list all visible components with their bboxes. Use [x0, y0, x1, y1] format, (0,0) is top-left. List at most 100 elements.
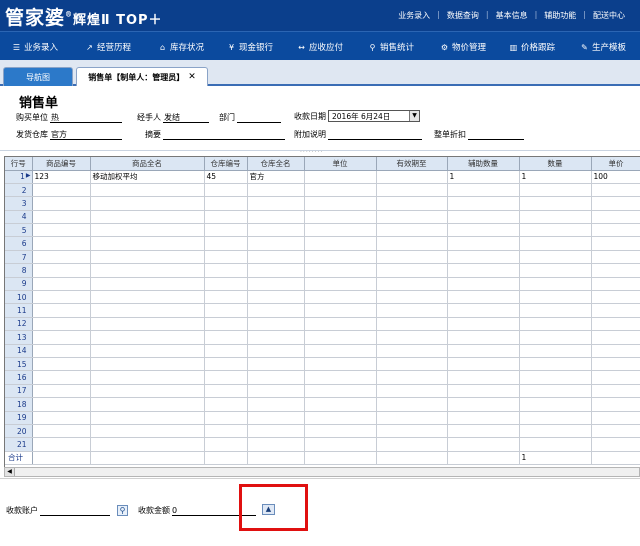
cell-expiry[interactable] — [376, 223, 448, 238]
cell-warehouse-code[interactable] — [204, 210, 248, 225]
cell-warehouse-code[interactable] — [204, 183, 248, 198]
cell-unit[interactable] — [304, 170, 377, 184]
scroll-left-icon[interactable]: ◀ — [5, 468, 15, 476]
nav-item-price-tracking[interactable]: ▥ 价格跟踪 — [509, 41, 555, 54]
cell-warehouse-code[interactable] — [204, 317, 248, 332]
cell-warehouse-code[interactable] — [204, 357, 248, 372]
table-row[interactable]: 13 — [5, 330, 640, 345]
cell-expiry[interactable] — [376, 263, 448, 278]
cell-expiry[interactable] — [376, 411, 448, 425]
cell-warehouse-name[interactable] — [247, 344, 305, 358]
cell-unit-price[interactable] — [591, 384, 640, 399]
warehouse-input[interactable]: 官方 — [50, 130, 122, 140]
nav-item-production-template[interactable]: ✎ 生产模板 — [580, 41, 626, 54]
cell-aux-qty[interactable] — [447, 370, 520, 385]
top-menu-delivery[interactable]: 配送中心 — [586, 10, 632, 21]
cell-item-name[interactable] — [90, 196, 205, 211]
cell-item-name[interactable] — [90, 330, 205, 345]
cell-unit[interactable] — [304, 183, 377, 198]
cell-item-name[interactable] — [90, 384, 205, 399]
cell-aux-qty[interactable] — [447, 411, 520, 425]
cell-item-name[interactable] — [90, 303, 205, 318]
cell-warehouse-name[interactable] — [247, 397, 305, 412]
cell-unit-price[interactable] — [591, 424, 640, 439]
nav-item-receivable-payable[interactable]: ↔ 应收应付 — [297, 41, 343, 54]
cell-unit[interactable] — [304, 263, 377, 278]
cell-item-name[interactable] — [90, 344, 205, 358]
top-menu-info[interactable]: 基本信息 — [489, 10, 535, 21]
cell-item-name[interactable] — [90, 411, 205, 425]
cell-warehouse-code[interactable] — [204, 290, 248, 305]
cell-warehouse-code[interactable] — [204, 277, 248, 292]
cell-warehouse-name[interactable] — [247, 277, 305, 292]
table-row[interactable]: 17 — [5, 384, 640, 399]
cell-qty[interactable] — [519, 277, 592, 292]
cell-warehouse-name[interactable] — [247, 317, 305, 332]
cell-item-code[interactable] — [32, 263, 91, 278]
cell-unit-price[interactable] — [591, 277, 640, 292]
cell-aux-qty[interactable] — [447, 263, 520, 278]
cell-unit-price[interactable] — [591, 236, 640, 251]
cell-unit[interactable] — [304, 330, 377, 345]
splitter[interactable]: ........ — [0, 147, 640, 154]
cell-aux-qty[interactable] — [447, 277, 520, 292]
cell-qty[interactable] — [519, 263, 592, 278]
cell-warehouse-code[interactable] — [204, 330, 248, 345]
nav-item-business-entry[interactable]: ☰ 业务录入 — [12, 41, 58, 54]
table-row[interactable]: 6 — [5, 236, 640, 251]
cell-warehouse-name[interactable] — [247, 330, 305, 345]
cell-expiry[interactable] — [376, 397, 448, 412]
cell-unit[interactable] — [304, 223, 377, 238]
nav-item-history[interactable]: ↗ 经营历程 — [85, 41, 131, 54]
col-header-aux-qty[interactable]: 辅助数量 — [447, 157, 520, 171]
cell-expiry[interactable] — [376, 183, 448, 198]
cell-item-code[interactable] — [32, 384, 91, 399]
cell-unit[interactable] — [304, 424, 377, 439]
col-header-warehouse-code[interactable]: 仓库编号 — [204, 157, 248, 171]
cell-unit[interactable] — [304, 250, 377, 265]
cell-qty[interactable] — [519, 210, 592, 225]
cell-qty[interactable] — [519, 183, 592, 198]
cell-expiry[interactable] — [376, 303, 448, 318]
cell-expiry[interactable] — [376, 370, 448, 385]
cell-unit[interactable] — [304, 236, 377, 251]
col-header-warehouse-name[interactable]: 仓库全名 — [247, 157, 305, 171]
cell-aux-qty[interactable] — [447, 384, 520, 399]
cell-aux-qty[interactable] — [447, 183, 520, 198]
cell-warehouse-name[interactable] — [247, 263, 305, 278]
discount-input[interactable] — [468, 130, 524, 140]
cell-item-code[interactable] — [32, 317, 91, 332]
nav-item-price-management[interactable]: ⚙ 物价管理 — [440, 41, 486, 54]
cell-item-name[interactable] — [90, 424, 205, 439]
cell-item-name[interactable] — [90, 223, 205, 238]
cell-expiry[interactable] — [376, 196, 448, 211]
nav-item-sales-stats[interactable]: ⚲ 销售统计 — [368, 41, 414, 54]
cell-item-code[interactable] — [32, 411, 91, 425]
table-row[interactable]: 12 — [5, 317, 640, 332]
cell-unit-price[interactable] — [591, 330, 640, 345]
cell-warehouse-name[interactable] — [247, 384, 305, 399]
cell-unit-price[interactable] — [591, 250, 640, 265]
cell-item-code[interactable] — [32, 370, 91, 385]
cell-unit[interactable] — [304, 317, 377, 332]
cell-qty[interactable] — [519, 384, 592, 399]
cell-item-code[interactable] — [32, 210, 91, 225]
cell-qty[interactable] — [519, 317, 592, 332]
summary-input[interactable] — [163, 130, 285, 140]
cell-warehouse-code[interactable] — [204, 437, 248, 452]
cell-unit-price[interactable] — [591, 263, 640, 278]
tab-sales-order[interactable]: 销售单【制单人：管理员】 ✕ — [76, 67, 208, 86]
cell-aux-qty[interactable] — [447, 223, 520, 238]
cell-unit-price[interactable] — [591, 397, 640, 412]
cell-unit[interactable] — [304, 411, 377, 425]
cell-qty[interactable] — [519, 303, 592, 318]
cell-item-name[interactable] — [90, 277, 205, 292]
cell-unit-price[interactable] — [591, 183, 640, 198]
cell-warehouse-name[interactable] — [247, 210, 305, 225]
date-picker[interactable]: 2016年 6月24日 ▼ — [328, 110, 420, 122]
cell-item-name[interactable] — [90, 183, 205, 198]
cell-item-name[interactable] — [90, 263, 205, 278]
cell-unit-price[interactable] — [591, 437, 640, 452]
cell-warehouse-code[interactable] — [204, 370, 248, 385]
cell-item-name[interactable] — [90, 437, 205, 452]
